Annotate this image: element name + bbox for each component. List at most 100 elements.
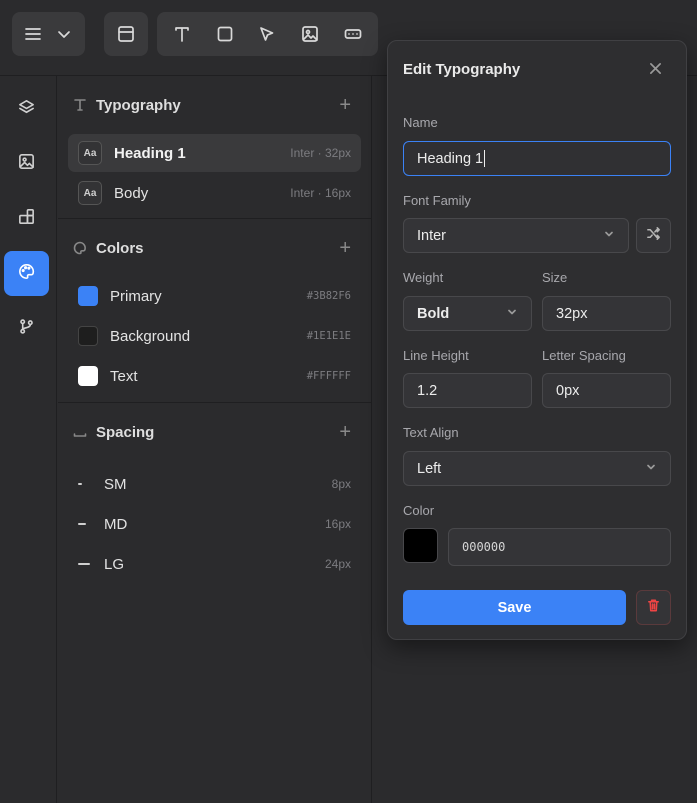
spacing-item-value: 16px [324, 517, 351, 531]
line-height-label: Line Height [403, 348, 469, 363]
chevron-down-icon [603, 228, 615, 244]
typography-section: Typography + Aa Heading 1 Inter · 32px A… [58, 76, 371, 219]
left-rail [0, 76, 57, 803]
spacing-item-name: SM [104, 475, 127, 493]
name-label: Name [403, 115, 438, 130]
colors-header: Colors + [58, 219, 371, 277]
letter-spacing-value: 0px [556, 382, 580, 399]
colors-section: Colors + Primary #3B82F6 Background #1E1… [58, 219, 371, 403]
color-swatch [78, 286, 98, 306]
spacing-item-name: LG [104, 555, 125, 573]
spacing-icon [72, 424, 88, 440]
rail-branches-button[interactable] [4, 306, 49, 351]
rail-images-button[interactable] [4, 141, 49, 186]
color-item-name: Background [110, 327, 191, 345]
color-item-text[interactable]: Text #FFFFFF [68, 357, 361, 395]
color-item-primary[interactable]: Primary #3B82F6 [68, 277, 361, 315]
color-item-hex: #3B82F6 [306, 290, 351, 302]
spacing-item-value: 24px [324, 557, 351, 571]
color-item-name: Text [110, 367, 138, 385]
typography-item-meta: Inter · 32px [290, 146, 351, 160]
layout-button[interactable] [104, 12, 148, 56]
color-item-hex: #FFFFFF [306, 370, 351, 382]
components-icon [17, 207, 36, 231]
main-menu-button[interactable] [12, 12, 85, 56]
color-label: Color [403, 503, 435, 518]
color-hex-input[interactable]: 000000 [448, 528, 671, 566]
color-item-name: Primary [110, 287, 162, 305]
chevron-down-icon [53, 16, 75, 52]
color-item-background[interactable]: Background #1E1E1E [68, 317, 361, 355]
typography-item-heading-1[interactable]: Aa Heading 1 Inter · 32px [68, 134, 361, 172]
letter-spacing-label: Letter Spacing [542, 348, 626, 363]
font-family-select[interactable]: Inter [403, 218, 629, 253]
color-swatch [78, 326, 98, 346]
typography-title: Typography [96, 96, 181, 114]
pointer-tool-icon[interactable] [249, 16, 285, 52]
spacing-title: Spacing [96, 423, 155, 441]
letter-spacing-input[interactable]: 0px [542, 373, 671, 408]
rail-layers-button[interactable] [4, 87, 49, 132]
layout-icon [108, 16, 144, 52]
color-picker-swatch[interactable] [403, 528, 438, 563]
weight-value: Bold [417, 305, 450, 322]
line-height-input[interactable]: 1.2 [403, 373, 532, 408]
component-tool-icon[interactable] [335, 16, 371, 52]
branch-icon [17, 317, 36, 341]
shuffle-font-button[interactable] [636, 218, 671, 253]
shuffle-icon [646, 226, 661, 246]
color-item-hex: #1E1E1E [306, 330, 351, 342]
font-badge-icon: Aa [78, 181, 102, 205]
spacing-header: Spacing + [58, 403, 371, 461]
chevron-down-icon [645, 461, 657, 477]
type-icon [72, 97, 88, 113]
rectangle-tool-icon[interactable] [207, 16, 243, 52]
save-button[interactable]: Save [403, 590, 626, 625]
typography-item-name: Body [114, 184, 149, 202]
hamburger-icon [22, 16, 44, 52]
styles-panel: Typography + Aa Heading 1 Inter · 32px A… [58, 76, 372, 803]
color-swatch [78, 366, 98, 386]
spacing-item-md[interactable]: MD 16px [68, 505, 361, 543]
typography-item-meta: Inter · 16px [290, 186, 351, 200]
layers-icon [17, 98, 36, 122]
image-tool-icon[interactable] [292, 16, 328, 52]
font-family-value: Inter [417, 227, 447, 244]
spacing-item-sm[interactable]: SM 8px [68, 465, 361, 503]
font-family-label: Font Family [403, 193, 471, 208]
tool-group [157, 12, 378, 56]
add-color-icon[interactable]: + [339, 238, 351, 258]
name-input[interactable]: Heading 1 [403, 141, 671, 176]
colors-title: Colors [96, 239, 144, 257]
chevron-down-icon [506, 306, 518, 322]
delete-button[interactable] [636, 590, 671, 625]
color-hex-value: 000000 [462, 540, 506, 554]
add-spacing-icon[interactable]: + [339, 422, 351, 442]
spacing-bar-icon [78, 523, 92, 525]
add-typography-icon[interactable]: + [339, 95, 351, 115]
typography-item-body[interactable]: Aa Body Inter · 16px [68, 174, 361, 212]
rail-components-button[interactable] [4, 196, 49, 241]
weight-select[interactable]: Bold [403, 296, 532, 331]
text-caret [484, 150, 486, 167]
spacing-bar-icon [78, 483, 92, 485]
spacing-item-value: 8px [331, 477, 351, 491]
name-input-value: Heading 1 [417, 150, 484, 167]
text-align-select[interactable]: Left [403, 451, 671, 486]
size-label: Size [542, 270, 568, 285]
text-align-value: Left [417, 460, 442, 477]
image-icon [17, 152, 36, 176]
close-icon[interactable] [646, 59, 664, 77]
size-value: 32px [556, 305, 588, 322]
rail-styles-button[interactable] [4, 251, 49, 296]
edit-typography-dialog: Edit Typography Name Heading 1 Font Fami… [387, 40, 687, 640]
text-align-label: Text Align [403, 425, 459, 440]
weight-label: Weight [403, 270, 444, 285]
size-input[interactable]: 32px [542, 296, 671, 331]
font-badge-icon: Aa [78, 141, 102, 165]
palette-small-icon [72, 240, 88, 256]
spacing-item-lg[interactable]: LG 24px [68, 545, 361, 583]
spacing-bar-icon [78, 563, 92, 565]
palette-icon [17, 262, 36, 286]
text-tool-icon[interactable] [164, 16, 200, 52]
